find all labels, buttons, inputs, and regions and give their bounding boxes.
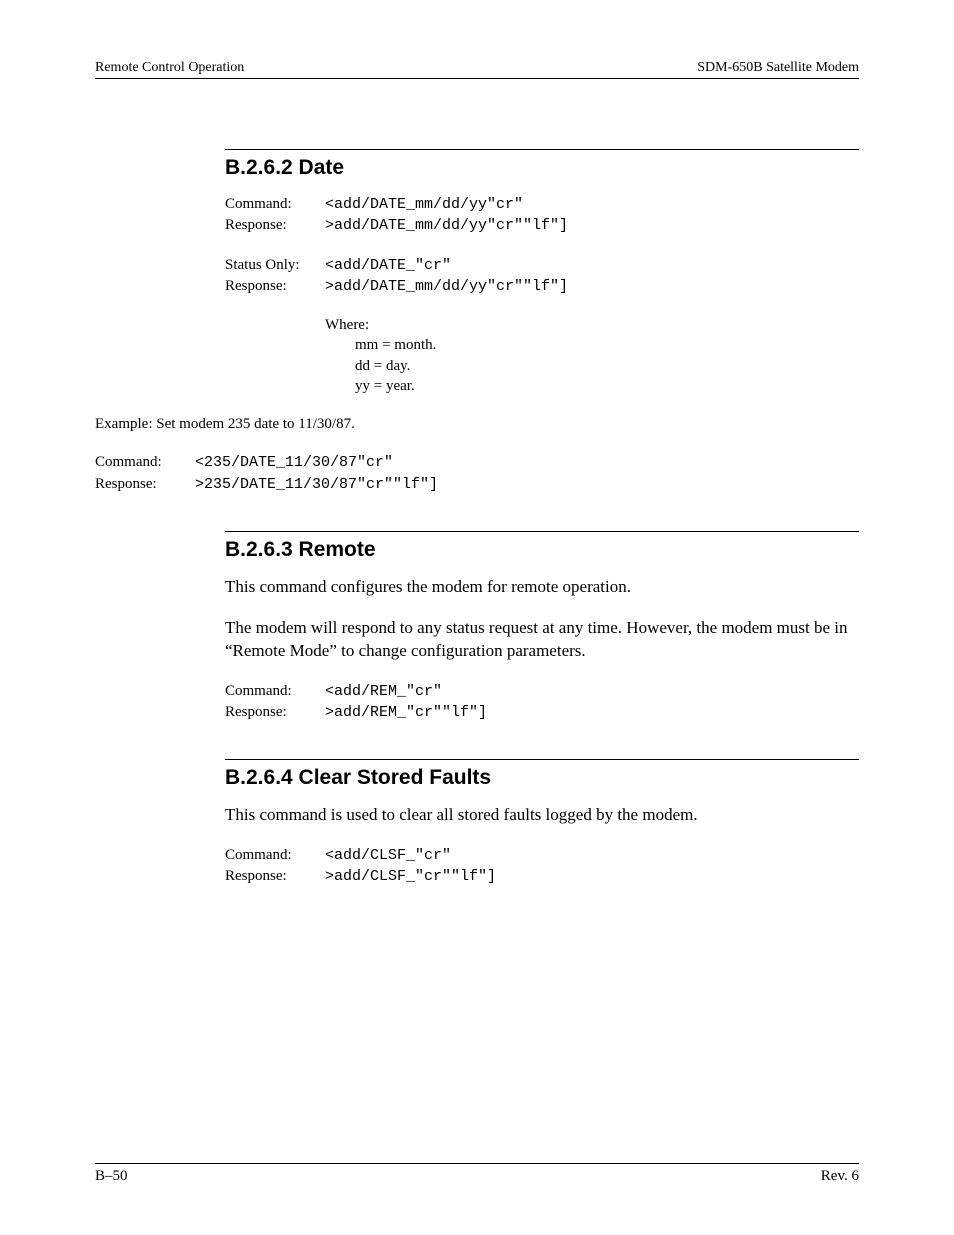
remote-para-1: This command configures the modem for re… [225,576,859,599]
cmd-row: Command: <add/REM_"cr" [225,681,859,702]
page-number: B–50 [95,1168,128,1185]
where-block: Where: mm = month. dd = day. yy = year. [325,315,859,396]
clsf-para-1: This command is used to clear all stored… [225,804,859,827]
cmd-code: >add/DATE_mm/dd/yy"cr""lf"] [325,277,568,297]
clsf-cmd-block: Command: <add/CLSF_"cr" Response: >add/C… [225,845,859,888]
heading-remote: B.2.6.3 Remote [225,538,859,562]
page: Remote Control Operation SDM-650B Satell… [0,0,954,1235]
cmd-code: <add/DATE_"cr" [325,256,451,276]
header-left: Remote Control Operation [95,60,244,76]
cmd-row: Command: <235/DATE_11/30/87"cr" [95,452,859,473]
cmd-code: >235/DATE_11/30/87"cr""lf"] [195,475,438,495]
section-rule-clsf [225,759,859,760]
cmd-label: Response: [225,215,325,235]
footer: B–50 Rev. 6 [95,1163,859,1185]
cmd-row: Response: >add/DATE_mm/dd/yy"cr""lf"] [225,215,859,236]
date-cmd-block-3: Command: <235/DATE_11/30/87"cr" Response… [95,452,859,495]
cmd-row: Response: >add/REM_"cr""lf"] [225,702,859,723]
date-cmd-block-2: Status Only: <add/DATE_"cr" Response: >a… [225,255,859,298]
where-title: Where: [325,315,859,335]
cmd-label: Command: [225,194,325,214]
remote-cmd-block: Command: <add/REM_"cr" Response: >add/RE… [225,681,859,724]
revision: Rev. 6 [821,1168,859,1185]
cmd-code: >add/REM_"cr""lf"] [325,703,487,723]
heading-clsf: B.2.6.4 Clear Stored Faults [225,766,859,790]
cmd-row: Response: >add/DATE_mm/dd/yy"cr""lf"] [225,276,859,297]
cmd-label: Command: [225,845,325,865]
cmd-row: Status Only: <add/DATE_"cr" [225,255,859,276]
cmd-label: Response: [95,474,195,494]
where-item: dd = day. [355,356,859,376]
cmd-row: Command: <add/CLSF_"cr" [225,845,859,866]
cmd-row: Command: <add/DATE_mm/dd/yy"cr" [225,194,859,215]
date-example: Example: Set modem 235 date to 11/30/87. [95,414,859,434]
cmd-row: Response: >add/CLSF_"cr""lf"] [225,866,859,887]
header-right: SDM-650B Satellite Modem [697,60,859,76]
where-item: yy = year. [355,376,859,396]
date-cmd-block-1: Command: <add/DATE_mm/dd/yy"cr" Response… [225,194,859,237]
cmd-code: >add/DATE_mm/dd/yy"cr""lf"] [325,216,568,236]
heading-date: B.2.6.2 Date [225,156,859,180]
header-rule [95,78,859,79]
cmd-label: Command: [95,452,195,472]
cmd-label: Response: [225,866,325,886]
cmd-code: >add/CLSF_"cr""lf"] [325,867,496,887]
cmd-label: Response: [225,702,325,722]
cmd-code: <add/CLSF_"cr" [325,846,451,866]
cmd-label: Response: [225,276,325,296]
cmd-code: <add/DATE_mm/dd/yy"cr" [325,195,523,215]
where-item: mm = month. [355,335,859,355]
cmd-code: <add/REM_"cr" [325,682,442,702]
cmd-label: Status Only: [225,255,325,275]
footer-rule [95,1163,859,1164]
cmd-label: Command: [225,681,325,701]
cmd-code: <235/DATE_11/30/87"cr" [195,453,393,473]
cmd-row: Response: >235/DATE_11/30/87"cr""lf"] [95,474,859,495]
remote-para-2: The modem will respond to any status req… [225,617,859,663]
section-rule-date [225,149,859,150]
footer-row: B–50 Rev. 6 [95,1168,859,1185]
content-area: B.2.6.2 Date Command: <add/DATE_mm/dd/yy… [225,149,859,888]
running-header: Remote Control Operation SDM-650B Satell… [95,60,859,76]
section-rule-remote [225,531,859,532]
